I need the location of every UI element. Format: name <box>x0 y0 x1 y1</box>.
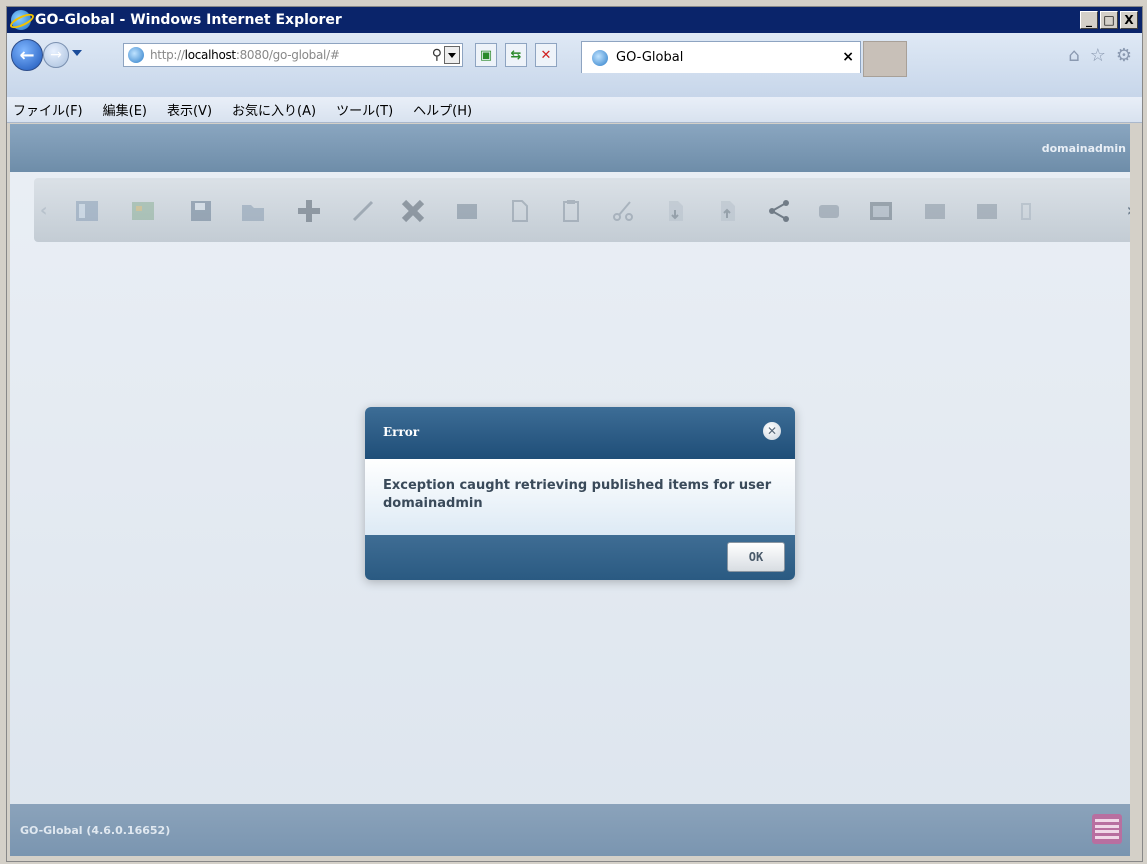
version-label: GO-Global (4.6.0.16652) <box>20 824 171 837</box>
new-tab-button[interactable] <box>863 41 907 77</box>
save-icon[interactable] <box>188 198 214 224</box>
toolbar-scroll-left-button[interactable]: ‹ <box>40 200 47 221</box>
app-toolbar: ‹ › <box>34 178 1130 242</box>
tab-globe-icon <box>592 49 608 66</box>
title-bar: GO-Global - Windows Internet Explorer _ … <box>7 7 1142 33</box>
edit-pen-icon[interactable] <box>350 198 376 224</box>
address-bar[interactable]: http://localhost:8080/go-global/# ⚲ <box>123 43 463 67</box>
compatibility-view-icon[interactable]: ▣ <box>475 43 497 67</box>
recent-pages-dropdown[interactable] <box>72 50 82 56</box>
address-url[interactable]: http://localhost:8080/go-global/# <box>150 48 340 62</box>
menu-favorites[interactable]: お気に入り(A) <box>230 98 318 121</box>
error-dialog: Error ✕ Exception caught retrieving publ… <box>365 407 795 580</box>
address-dropdown-button[interactable] <box>444 46 460 64</box>
dialog-close-icon[interactable]: ✕ <box>763 422 781 440</box>
delete-x-icon[interactable] <box>400 198 426 224</box>
refresh-icon[interactable]: ⇆ <box>505 43 527 67</box>
window-controls: _ □ X <box>1080 11 1138 29</box>
tab-label: GO-Global <box>616 50 684 65</box>
plus-icon[interactable] <box>296 198 322 224</box>
menu-tools[interactable]: ツール(T) <box>334 98 395 121</box>
images-alt-icon[interactable] <box>974 198 1000 224</box>
scissors-icon[interactable] <box>610 198 636 224</box>
ie-logo-icon <box>11 10 31 30</box>
document-icon[interactable] <box>506 198 532 224</box>
error-message: Exception caught retrieving published it… <box>383 478 772 511</box>
dialog-title-bar: Error ✕ <box>365 407 795 459</box>
dialog-footer: OK <box>365 535 795 580</box>
ok-button[interactable]: OK <box>727 542 785 572</box>
dialog-title: Error <box>383 425 420 439</box>
globe-icon <box>128 47 144 63</box>
window-icon[interactable] <box>868 198 894 224</box>
menu-view[interactable]: 表示(V) <box>165 98 214 121</box>
more-icon[interactable] <box>1014 198 1040 224</box>
user-name[interactable]: domainadmin <box>1042 142 1126 155</box>
share-icon[interactable] <box>766 198 792 224</box>
menu-help[interactable]: ヘルプ(H) <box>411 98 474 121</box>
folder-open-icon[interactable] <box>240 198 266 224</box>
import-icon[interactable] <box>662 198 688 224</box>
search-icon[interactable]: ⚲ <box>432 47 442 63</box>
minimize-button[interactable]: _ <box>1080 11 1098 29</box>
clipboard-icon[interactable] <box>558 198 584 224</box>
export-icon[interactable] <box>714 198 740 224</box>
favorites-star-icon[interactable]: ☆ <box>1090 45 1106 66</box>
group-icon[interactable] <box>816 198 842 224</box>
browser-icons: ⌂ ☆ ⚙ <box>1068 45 1132 66</box>
stop-icon[interactable]: ✕ <box>535 43 557 67</box>
home-icon[interactable]: ⌂ <box>1068 45 1079 66</box>
app-header: domainadmin <box>10 124 1130 172</box>
gear-icon[interactable]: ⚙ <box>1116 45 1132 66</box>
page-content: domainadmin ‹ › Error ✕ Exception caught… <box>10 124 1130 856</box>
menu-edit[interactable]: 編集(E) <box>101 98 149 121</box>
sidebar-icon[interactable] <box>74 198 100 224</box>
forward-button[interactable]: → <box>43 42 69 68</box>
menu-file[interactable]: ファイル(F) <box>11 98 85 121</box>
tab-close-button[interactable]: × <box>842 49 854 65</box>
tab-go-global[interactable]: GO-Global × <box>581 41 861 73</box>
close-window-button[interactable]: X <box>1120 11 1138 29</box>
app-menu-icon[interactable] <box>1092 814 1122 844</box>
app-footer: GO-Global (4.6.0.16652) <box>10 804 1130 856</box>
toolbar-scroll-right-button[interactable]: › <box>1127 200 1130 221</box>
publish-icon[interactable] <box>454 198 480 224</box>
window-title: GO-Global - Windows Internet Explorer <box>35 12 342 28</box>
back-button[interactable]: ← <box>11 39 43 71</box>
navigation-bar: ← → http://localhost:8080/go-global/# ⚲ … <box>7 33 1142 97</box>
menu-bar: ファイル(F) 編集(E) 表示(V) お気に入り(A) ツール(T) ヘルプ(… <box>7 97 1142 123</box>
map-icon[interactable] <box>130 198 156 224</box>
dialog-body: Exception caught retrieving published it… <box>365 459 795 535</box>
maximize-button[interactable]: □ <box>1100 11 1118 29</box>
images-icon[interactable] <box>922 198 948 224</box>
